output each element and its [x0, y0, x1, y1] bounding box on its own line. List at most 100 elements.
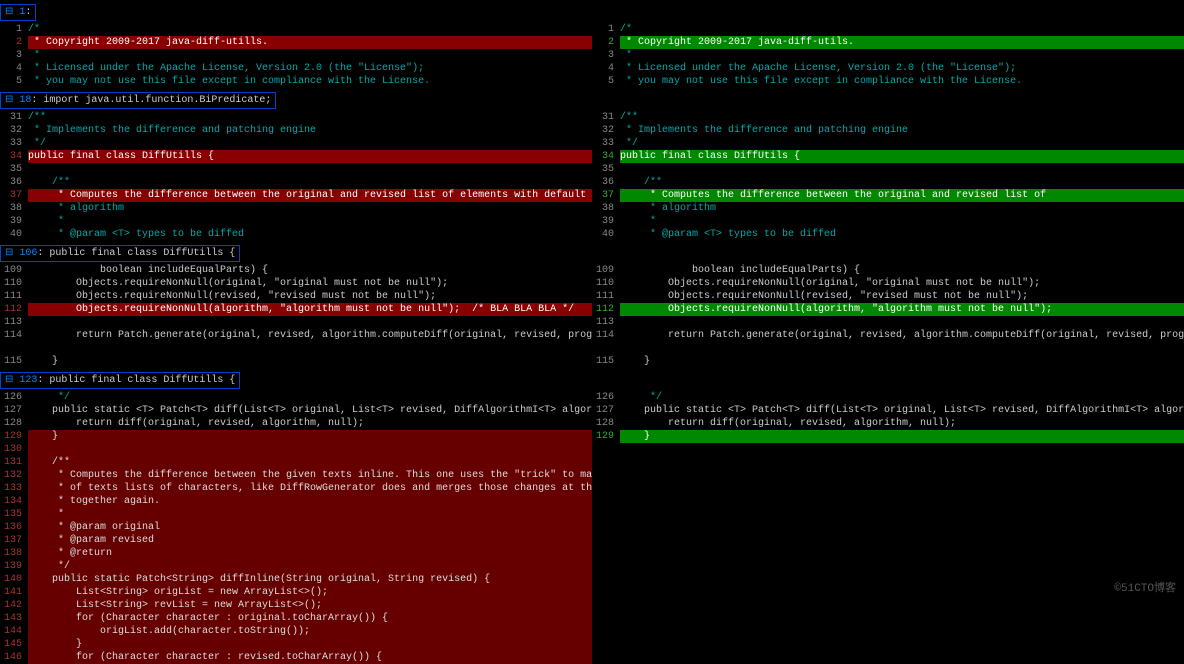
left-diff-line[interactable]: 128 return diff(original, revised, algor… — [0, 417, 592, 430]
right-diff-line[interactable]: 114 return Patch.generate(original, revi… — [592, 329, 1184, 342]
diff-hunk-body: 126 */127 public static <T> Patch<T> dif… — [0, 391, 1184, 664]
code-content: * @return — [28, 547, 592, 560]
left-diff-line[interactable]: 143 for (Character character : original.… — [0, 612, 592, 625]
line-number — [0, 342, 28, 355]
right-pane[interactable]: 1/*2 * Copyright 2009-2017 java-diff-uti… — [592, 23, 1184, 88]
left-diff-line[interactable]: 137 * @param revised — [0, 534, 592, 547]
line-number: 136 — [0, 521, 28, 534]
right-diff-line[interactable]: 1/* — [592, 23, 1184, 36]
hunk-header[interactable]: ⊟ 123: public final class DiffUtills { — [0, 372, 240, 389]
code-content: public static <T> Patch<T> diff(List<T> … — [28, 404, 592, 417]
left-diff-line[interactable]: 132 * Computes the difference between th… — [0, 469, 592, 482]
left-diff-line[interactable]: 4 * Licensed under the Apache License, V… — [0, 62, 592, 75]
right-diff-line[interactable]: 128 return diff(original, revised, algor… — [592, 417, 1184, 430]
code-content: * Computes the difference between the gi… — [28, 469, 592, 482]
left-diff-line[interactable]: 134 * together again. — [0, 495, 592, 508]
left-diff-line[interactable]: 131 /** — [0, 456, 592, 469]
right-diff-line[interactable]: 4 * Licensed under the Apache License, V… — [592, 62, 1184, 75]
line-number: 39 — [592, 215, 620, 228]
left-diff-line[interactable]: 110 Objects.requireNonNull(original, "or… — [0, 277, 592, 290]
left-diff-line[interactable]: 135 * — [0, 508, 592, 521]
right-diff-line[interactable]: 112 Objects.requireNonNull(algorithm, "a… — [592, 303, 1184, 316]
left-diff-line[interactable]: 115 } — [0, 355, 592, 368]
code-content: return diff(original, revised, algorithm… — [620, 417, 1184, 430]
left-diff-line[interactable]: 140 public static Patch<String> diffInli… — [0, 573, 592, 586]
left-diff-line[interactable]: 35 — [0, 163, 592, 176]
right-diff-line[interactable]: 110 Objects.requireNonNull(original, "or… — [592, 277, 1184, 290]
left-pane[interactable]: 1/*2 * Copyright 2009-2017 java-diff-uti… — [0, 23, 592, 88]
right-diff-line[interactable]: 35 — [592, 163, 1184, 176]
left-diff-line[interactable]: 114 return Patch.generate(original, revi… — [0, 329, 592, 342]
right-diff-line[interactable]: 129 } — [592, 430, 1184, 443]
left-diff-line[interactable]: 5 * you may not use this file except in … — [0, 75, 592, 88]
left-diff-line[interactable]: 1/* — [0, 23, 592, 36]
left-pane[interactable]: 109 boolean includeEqualParts) {110 Obje… — [0, 264, 592, 368]
line-number: 112 — [0, 303, 28, 316]
left-pane[interactable]: 31/**32 * Implements the difference and … — [0, 111, 592, 241]
right-diff-line[interactable]: 34public final class DiffUtils { — [592, 150, 1184, 163]
right-pane[interactable]: 126 */127 public static <T> Patch<T> dif… — [592, 391, 1184, 664]
left-diff-line[interactable]: 3 * — [0, 49, 592, 62]
left-diff-line[interactable]: 113 — [0, 316, 592, 329]
code-content: * — [28, 49, 592, 62]
left-diff-line[interactable]: 138 * @return — [0, 547, 592, 560]
left-diff-line[interactable]: 146 for (Character character : revised.t… — [0, 651, 592, 664]
right-diff-line[interactable]: 113 — [592, 316, 1184, 329]
left-diff-line[interactable]: 32 * Implements the difference and patch… — [0, 124, 592, 137]
left-diff-line[interactable]: 142 List<String> revList = new ArrayList… — [0, 599, 592, 612]
left-diff-line[interactable]: 130 — [0, 443, 592, 456]
code-content: * Implements the difference and patching… — [620, 124, 1184, 137]
right-pane[interactable]: 31/**32 * Implements the difference and … — [592, 111, 1184, 241]
right-diff-line[interactable]: 3 * — [592, 49, 1184, 62]
right-diff-line[interactable]: 39 * — [592, 215, 1184, 228]
left-diff-line[interactable]: 39 * — [0, 215, 592, 228]
left-diff-line[interactable]: 126 */ — [0, 391, 592, 404]
left-diff-line[interactable]: 36 /** — [0, 176, 592, 189]
code-content — [28, 316, 592, 329]
right-diff-line[interactable]: 40 * @param <T> types to be diffed — [592, 228, 1184, 241]
hunk-header[interactable]: ⊟ 18: import java.util.function.BiPredic… — [0, 92, 276, 109]
right-diff-line[interactable]: 5 * you may not use this file except in … — [592, 75, 1184, 88]
left-diff-line[interactable]: 33 */ — [0, 137, 592, 150]
left-diff-line[interactable]: 139 */ — [0, 560, 592, 573]
right-diff-line[interactable]: 33 */ — [592, 137, 1184, 150]
left-diff-line[interactable]: 109 boolean includeEqualParts) { — [0, 264, 592, 277]
left-diff-line[interactable]: 31/** — [0, 111, 592, 124]
left-diff-line[interactable]: 111 Objects.requireNonNull(revised, "rev… — [0, 290, 592, 303]
left-diff-line[interactable]: 34public final class DiffUtills { — [0, 150, 592, 163]
hunk-header[interactable]: ⊟ 106: public final class DiffUtills { — [0, 245, 240, 262]
left-diff-line[interactable]: 145 } — [0, 638, 592, 651]
right-diff-line[interactable]: 2 * Copyright 2009-2017 java-diff-utils. — [592, 36, 1184, 49]
right-diff-line[interactable]: 127 public static <T> Patch<T> diff(List… — [592, 404, 1184, 417]
left-diff-line[interactable]: 144 origList.add(character.toString()); — [0, 625, 592, 638]
left-diff-line[interactable]: 141 List<String> origList = new ArrayLis… — [0, 586, 592, 599]
left-diff-line[interactable]: 38 * algorithm — [0, 202, 592, 215]
right-diff-line[interactable]: 37 * Computes the difference between the… — [592, 189, 1184, 202]
right-diff-line[interactable]: 126 */ — [592, 391, 1184, 404]
right-diff-line[interactable]: 38 * algorithm — [592, 202, 1184, 215]
left-diff-line[interactable]: 136 * @param original — [0, 521, 592, 534]
hunk-label: ⊟ 123 — [5, 375, 37, 386]
left-diff-line[interactable]: 133 * of texts lists of characters, like… — [0, 482, 592, 495]
right-pane[interactable]: 109 boolean includeEqualParts) {110 Obje… — [592, 264, 1184, 368]
left-diff-line[interactable]: 40 * @param <T> types to be diffed — [0, 228, 592, 241]
code-content: Objects.requireNonNull(original, "origin… — [28, 277, 592, 290]
left-pane[interactable]: 126 */127 public static <T> Patch<T> dif… — [0, 391, 592, 664]
right-diff-line[interactable]: 32 * Implements the difference and patch… — [592, 124, 1184, 137]
line-number: 39 — [0, 215, 28, 228]
right-diff-line[interactable]: 31/** — [592, 111, 1184, 124]
left-diff-line[interactable]: 37 * Computes the difference between the… — [0, 189, 592, 202]
right-diff-line[interactable]: 111 Objects.requireNonNull(revised, "rev… — [592, 290, 1184, 303]
left-diff-line[interactable]: 2 * Copyright 2009-2017 java-diff-utills… — [0, 36, 592, 49]
line-number: 34 — [0, 150, 28, 163]
right-diff-line[interactable]: 36 /** — [592, 176, 1184, 189]
line-number: 113 — [0, 316, 28, 329]
right-diff-line[interactable]: 109 boolean includeEqualParts) { — [592, 264, 1184, 277]
left-diff-line[interactable]: 127 public static <T> Patch<T> diff(List… — [0, 404, 592, 417]
left-diff-line[interactable]: ualParts); — [0, 342, 592, 355]
left-diff-line[interactable]: 129 } — [0, 430, 592, 443]
left-diff-line[interactable]: 112 Objects.requireNonNull(algorithm, "a… — [0, 303, 592, 316]
right-diff-line[interactable]: 115 } — [592, 355, 1184, 368]
hunk-header[interactable]: ⊟ 1: — [0, 4, 36, 21]
right-diff-line[interactable]: ualParts); — [592, 342, 1184, 355]
